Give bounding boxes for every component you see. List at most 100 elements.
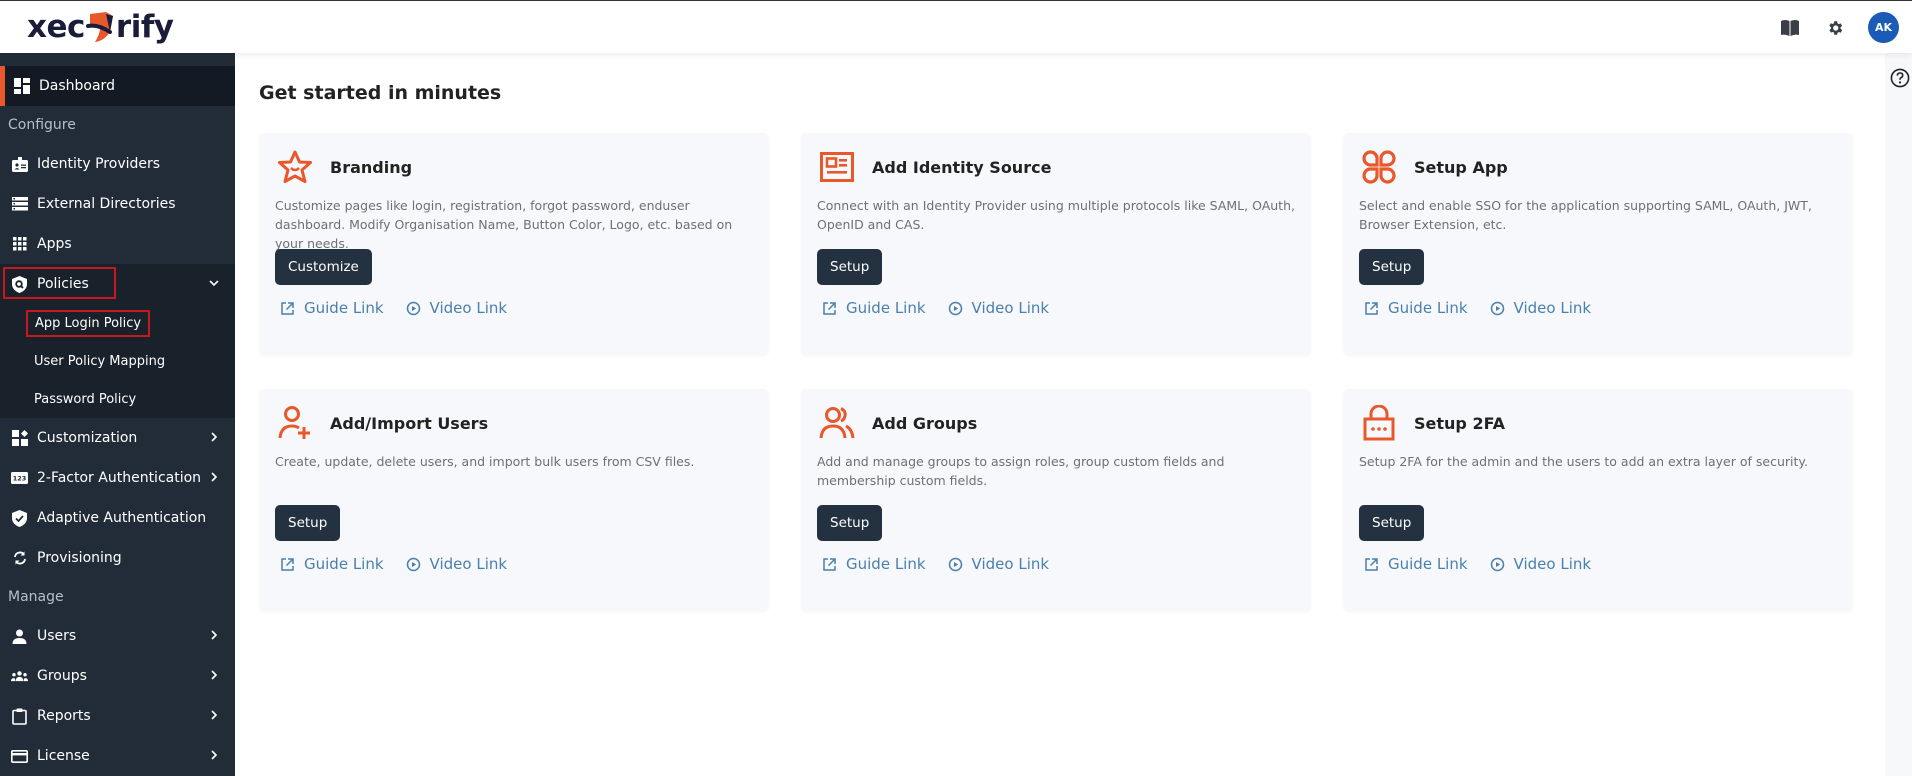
- feature-card-branding: Branding Customize pages like login, reg…: [259, 133, 769, 355]
- external-link-icon: [1365, 557, 1378, 571]
- sidebar-item-label: User Policy Mapping: [34, 353, 166, 369]
- sidebar-item-label: Password Policy: [34, 391, 137, 407]
- sidebar-item-external-directories[interactable]: External Directories: [0, 184, 235, 224]
- guide-link[interactable]: Guide Link: [1364, 299, 1468, 317]
- card-title: Setup App: [1414, 157, 1508, 177]
- user-icon: [11, 628, 28, 645]
- chevron-right-icon[interactable]: [207, 748, 221, 762]
- feature-card-setup-app: Setup App Select and enable SSO for the …: [1343, 133, 1853, 355]
- sidebar-item-dashboard[interactable]: Dashboard: [0, 66, 235, 106]
- widgets-icon: [11, 430, 28, 447]
- video-link[interactable]: Video Link: [948, 299, 1050, 317]
- sidebar-item-identity-providers[interactable]: Identity Providers: [0, 144, 235, 184]
- play-circle-icon: [1490, 301, 1504, 315]
- chevron-down-icon[interactable]: [207, 276, 221, 290]
- sidebar-item-customization[interactable]: Customization: [0, 418, 235, 458]
- sidebar-item-label: Apps: [37, 236, 72, 252]
- guide-link-label: Guide Link: [846, 299, 926, 317]
- sidebar-item-provisioning[interactable]: Provisioning: [0, 538, 235, 578]
- sidebar-item-label: License: [37, 748, 90, 764]
- sidebar-item-policies[interactable]: Policies: [0, 264, 235, 304]
- video-link-label: Video Link: [1513, 299, 1592, 317]
- video-link[interactable]: Video Link: [1490, 555, 1592, 573]
- sidebar-item-adaptive-authentication[interactable]: Adaptive Authentication: [0, 498, 235, 538]
- chevron-right-icon[interactable]: [207, 708, 221, 722]
- sidebar-item-users[interactable]: Users: [0, 616, 235, 656]
- video-link-label: Video Link: [1513, 555, 1592, 573]
- sidebar-item-label: App Login Policy: [26, 309, 151, 337]
- guide-link-label: Guide Link: [1388, 299, 1468, 317]
- gear-icon[interactable]: [1823, 16, 1847, 40]
- card-description: Add and manage groups to assign roles, g…: [817, 454, 1225, 488]
- sidebar-item-groups[interactable]: Groups: [0, 656, 235, 696]
- feature-card-add-identity-source: Add Identity Source Connect with an Iden…: [801, 133, 1311, 355]
- section-manage: Manage: [8, 589, 64, 605]
- lock-icon: [1360, 404, 1398, 442]
- card-action-button[interactable]: Setup: [275, 505, 341, 541]
- play-circle-icon: [1490, 557, 1504, 571]
- top-bar: xec rify AK: [0, 0, 1912, 53]
- card-title: Setup 2FA: [1414, 413, 1506, 433]
- id-card-icon: [818, 148, 856, 186]
- external-link-icon: [281, 557, 294, 571]
- card-description: Customize pages like login, registration…: [275, 198, 733, 251]
- card-title: Branding: [330, 157, 413, 177]
- sidebar-item-apps[interactable]: Apps: [0, 224, 235, 264]
- card-links: Guide Link Video Link: [822, 299, 1071, 317]
- help-strip: [1885, 53, 1912, 776]
- card-header: Setup App: [1360, 148, 1508, 186]
- server-icon: [11, 196, 28, 213]
- feature-card-setup-2fa: Setup 2FA Setup 2FA for the admin and th…: [1343, 389, 1853, 611]
- play-circle-icon: [948, 301, 962, 315]
- guide-link-label: Guide Link: [846, 555, 926, 573]
- sidebar-item-reports[interactable]: Reports: [0, 696, 235, 736]
- video-link[interactable]: Video Link: [406, 555, 507, 573]
- video-link-label: Video Link: [971, 299, 1050, 317]
- chevron-right-icon[interactable]: [207, 668, 221, 682]
- chevron-right-icon[interactable]: [207, 470, 221, 484]
- video-link-label: Video Link: [429, 299, 508, 317]
- chevron-right-icon[interactable]: [207, 628, 221, 642]
- sidebar: Dashboard Configure Identity Providers E…: [0, 53, 235, 776]
- sidebar-item-label: Dashboard: [39, 78, 115, 94]
- sync-icon: [11, 550, 28, 567]
- card-links: Guide Link Video Link: [1364, 555, 1613, 573]
- video-link[interactable]: Video Link: [948, 555, 1050, 573]
- help-icon[interactable]: [1890, 68, 1910, 88]
- sidebar-subitem-user-policy-mapping[interactable]: User Policy Mapping: [0, 342, 235, 380]
- guide-link-label: Guide Link: [1388, 555, 1468, 573]
- sidebar-item-label: 2-Factor Authentication: [37, 470, 202, 486]
- sidebar-item-label: Identity Providers: [37, 156, 161, 172]
- video-link[interactable]: Video Link: [406, 299, 508, 317]
- card-title: Add Groups: [872, 413, 978, 433]
- guide-link[interactable]: Guide Link: [822, 555, 926, 573]
- chevron-right-icon[interactable]: [207, 430, 221, 444]
- card-action-button[interactable]: Setup: [1359, 505, 1425, 541]
- guide-link[interactable]: Guide Link: [1364, 555, 1468, 573]
- video-link[interactable]: Video Link: [1490, 299, 1592, 317]
- guide-link[interactable]: Guide Link: [822, 299, 926, 317]
- card-title: Add/Import Users: [330, 413, 489, 433]
- sidebar-subitem-password-policy[interactable]: Password Policy: [0, 380, 235, 418]
- user-avatar[interactable]: AK: [1868, 12, 1899, 43]
- groups-icon: [11, 668, 28, 685]
- book-icon[interactable]: [1778, 16, 1802, 40]
- card-header: Add/Import Users: [276, 404, 488, 442]
- play-circle-icon: [406, 301, 420, 315]
- card-action-button[interactable]: Customize: [275, 249, 372, 285]
- sidebar-subitem-app-login-policy[interactable]: App Login Policy: [0, 304, 235, 342]
- sidebar-item-license[interactable]: License: [0, 736, 235, 776]
- play-circle-icon: [948, 557, 962, 571]
- card-action-button[interactable]: Setup: [1359, 249, 1425, 285]
- card-action-button[interactable]: Setup: [817, 249, 883, 285]
- card-action-button[interactable]: Setup: [817, 505, 883, 541]
- guide-link[interactable]: Guide Link: [280, 299, 384, 317]
- card-links: Guide Link Video Link: [1364, 299, 1613, 317]
- sidebar-item-label: Provisioning: [37, 550, 122, 566]
- sidebar-item-2fa[interactable]: 123 2-Factor Authentication: [0, 458, 235, 498]
- user-add-icon: [276, 404, 314, 442]
- card-links: Guide Link Video Link: [822, 555, 1071, 573]
- video-link-label: Video Link: [971, 555, 1050, 573]
- guide-link[interactable]: Guide Link: [280, 555, 384, 573]
- logo[interactable]: xec rify: [27, 7, 174, 47]
